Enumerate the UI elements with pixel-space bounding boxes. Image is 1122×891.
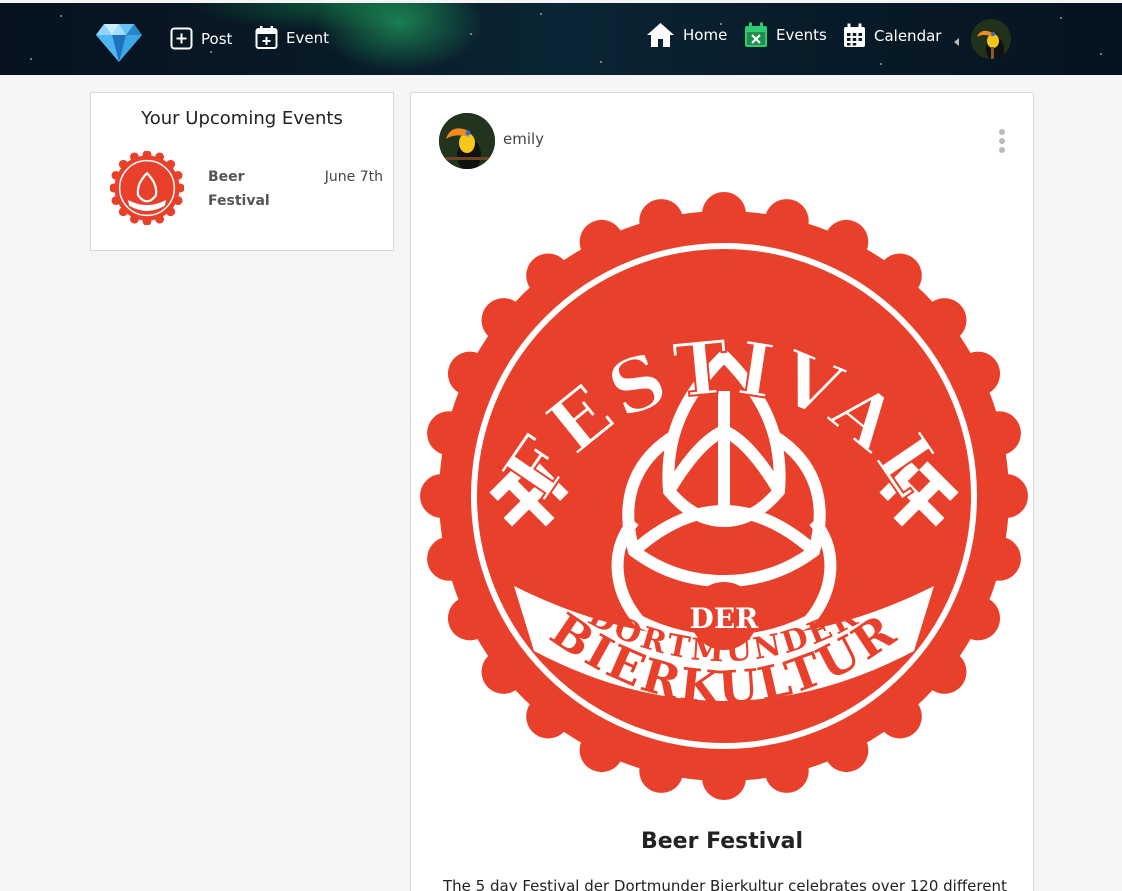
- nav-event-button[interactable]: Event: [255, 25, 329, 50]
- diamond-icon[interactable]: [96, 22, 142, 62]
- badge-middle-text: DER: [690, 602, 760, 635]
- nav-post-label: Post: [201, 29, 233, 48]
- post-description: The 5 day Festival der Dortmunder Bierku…: [443, 877, 1007, 891]
- post-image-festival-badge: DER FESTIVAL DORTMUNDER BIERKULTUR: [420, 192, 1028, 800]
- calendar-plus-icon: [255, 26, 278, 49]
- top-navbar: Post Event Home Events Calendar: [0, 3, 1122, 75]
- upcoming-event-date: June 7th: [324, 169, 383, 185]
- upcoming-events-title: Your Upcoming Events: [141, 108, 343, 129]
- nav-calendar-label: Calendar: [874, 26, 942, 45]
- kebab-dot-icon: [999, 147, 1005, 153]
- post-author-avatar[interactable]: [439, 113, 495, 169]
- nav-event-label: Event: [286, 28, 329, 47]
- kebab-dot-icon: [999, 129, 1005, 135]
- post-card: emily DER FESTIVAL DORTMUNDER BIERKULTUR…: [410, 92, 1034, 891]
- calendar-grid-icon: [844, 23, 865, 47]
- home-icon: [647, 23, 674, 47]
- nav-post-button[interactable]: Post: [170, 27, 232, 50]
- post-options-menu[interactable]: [997, 129, 1007, 155]
- nav-events-label: Events: [776, 26, 827, 44]
- post-title: Beer Festival: [640, 829, 804, 854]
- toucan-avatar: [971, 19, 1011, 59]
- caret-left-icon: [954, 38, 959, 46]
- nav-home-label: Home: [683, 26, 728, 44]
- nav-events-link[interactable]: Events: [744, 22, 827, 48]
- event-thumbnail[interactable]: [110, 151, 184, 225]
- upcoming-events-card: Your Upcoming Events Beer Festival June …: [90, 92, 394, 251]
- kebab-dot-icon: [999, 138, 1005, 144]
- plus-square-icon: [170, 27, 193, 50]
- user-avatar[interactable]: [971, 19, 1011, 59]
- nav-home-link[interactable]: Home: [646, 22, 727, 48]
- toucan-avatar: [439, 113, 495, 169]
- upcoming-event-name[interactable]: Beer Festival: [208, 165, 288, 213]
- calendar-x-icon: [745, 22, 767, 47]
- nav-calendar-link[interactable]: Calendar: [843, 23, 941, 48]
- post-author-name[interactable]: emily: [503, 130, 544, 148]
